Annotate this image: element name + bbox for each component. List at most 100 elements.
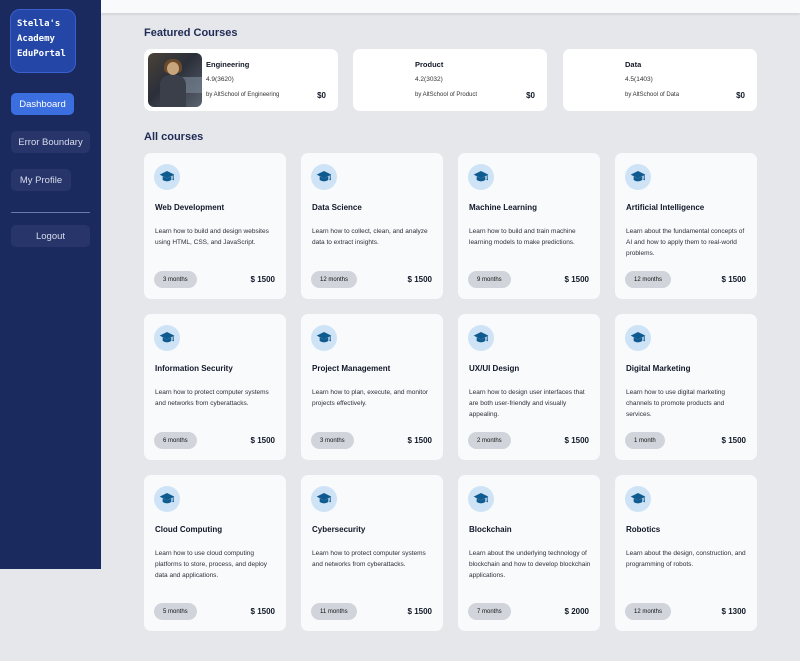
- course-description: Learn how to build and design websites u…: [155, 228, 269, 246]
- sidebar: Stella's Academy EduPortal Dashboard Err…: [0, 0, 101, 569]
- course-card[interactable]: Web Development Learn how to build and de…: [144, 153, 286, 299]
- course-price: $ 1300: [721, 607, 746, 616]
- course-description: Learn how to collect, clean, and analyze…: [312, 228, 428, 246]
- logo-line-3: EduPortal: [17, 49, 66, 59]
- course-duration-badge: 11 months: [311, 603, 357, 620]
- featured-course-provider: by AltSchool of Data: [625, 92, 680, 98]
- course-price: $ 1500: [250, 436, 275, 445]
- logout-button[interactable]: Logout: [11, 225, 90, 247]
- graduation-cap-icon: [154, 486, 180, 512]
- course-name: Machine Learning: [469, 203, 538, 212]
- featured-course-card[interactable]: Engineering 4.9(3620) by AltSchool of Engi…: [144, 49, 338, 111]
- course-name: Project Management: [312, 364, 391, 373]
- graduation-cap-icon: [625, 486, 651, 512]
- graduation-cap-icon: [154, 164, 180, 190]
- featured-course-price: $0: [736, 91, 745, 100]
- course-duration-badge: 12 months: [625, 271, 672, 288]
- course-duration-badge: 6 months: [154, 432, 197, 449]
- featured-course-card[interactable]: Data 4.5(1403) by AltSchool of Data $0: [563, 49, 757, 111]
- app-logo[interactable]: Stella's Academy EduPortal: [10, 9, 76, 73]
- course-duration-badge: 12 months: [625, 603, 672, 620]
- course-price: $ 1500: [407, 275, 432, 284]
- course-price: $ 1500: [407, 607, 432, 616]
- featured-course-rating: 4.2(3032): [415, 76, 443, 83]
- course-price: $ 1500: [250, 275, 275, 284]
- course-name: Web Development: [155, 203, 225, 212]
- course-duration-badge: 12 months: [311, 271, 358, 288]
- featured-course-price: $0: [526, 91, 535, 100]
- sidebar-item-dashboard[interactable]: Dashboard: [11, 93, 74, 115]
- top-bar: [101, 0, 800, 13]
- featured-course-name: Data: [625, 60, 642, 69]
- course-price: $ 1500: [721, 436, 746, 445]
- graduation-cap-icon: [468, 486, 494, 512]
- graduation-cap-icon: [311, 325, 337, 351]
- course-duration-badge: 7 months: [468, 603, 511, 620]
- featured-course-card[interactable]: Product 4.2(3032) by AltSchool of Product $…: [353, 49, 547, 111]
- course-name: Robotics: [626, 525, 661, 534]
- course-price: $ 1500: [564, 436, 589, 445]
- course-duration-badge: 3 months: [311, 432, 354, 449]
- graduation-cap-icon: [311, 486, 337, 512]
- featured-course-image: [148, 53, 202, 107]
- course-card[interactable]: Data Science Learn how to collect, clean,…: [301, 153, 443, 299]
- course-duration-badge: 2 months: [468, 432, 511, 449]
- course-card[interactable]: UX/UI Design Learn how to design user int…: [458, 314, 600, 460]
- course-card[interactable]: Robotics Learn about the design, construc…: [615, 475, 757, 631]
- graduation-cap-icon: [625, 164, 651, 190]
- course-duration-badge: 3 months: [154, 271, 197, 288]
- course-description: Learn how to use cloud computing platfor…: [155, 550, 268, 579]
- featured-course-price: $0: [317, 91, 326, 100]
- sidebar-item-my-profile[interactable]: My Profile: [11, 169, 71, 191]
- featured-course-rating: 4.5(1403): [625, 76, 653, 83]
- logo-line-1: Stella's: [17, 19, 61, 29]
- course-name: Blockchain: [469, 525, 512, 534]
- course-price: $ 1500: [564, 275, 589, 284]
- course-name: Cloud Computing: [155, 525, 223, 534]
- course-name: Cybersecurity: [312, 525, 366, 534]
- course-duration-badge: 1 month: [625, 432, 665, 449]
- course-card[interactable]: Cloud Computing Learn how to use cloud co…: [144, 475, 286, 631]
- course-description: Learn how to protect computer systems an…: [312, 550, 426, 568]
- course-description: Learn about the fundamental concepts of …: [626, 228, 745, 257]
- course-description: Learn how to use digital marketing chann…: [626, 389, 726, 418]
- graduation-cap-icon: [468, 164, 494, 190]
- featured-course-rating: 4.9(3620): [206, 76, 234, 83]
- featured-courses-heading: Featured Courses: [144, 27, 238, 39]
- course-name: UX/UI Design: [469, 364, 520, 373]
- graduation-cap-icon: [468, 325, 494, 351]
- course-price: $ 1500: [721, 275, 746, 284]
- course-card[interactable]: Blockchain Learn about the underlying tec…: [458, 475, 600, 631]
- course-card[interactable]: Artificial Intelligence Learn about the f…: [615, 153, 757, 299]
- course-name: Data Science: [312, 203, 362, 212]
- featured-course-name: Engineering: [206, 60, 250, 69]
- featured-course-name: Product: [415, 60, 444, 69]
- course-description: Learn about the underlying technology of…: [469, 550, 591, 579]
- logo-line-2: Academy: [17, 34, 55, 44]
- course-card[interactable]: Cybersecurity Learn how to protect comput…: [301, 475, 443, 631]
- course-price: $ 1500: [250, 607, 275, 616]
- course-description: Learn how to design user interfaces that…: [469, 389, 585, 418]
- all-courses-heading: All courses: [144, 131, 204, 143]
- graduation-cap-icon: [154, 325, 180, 351]
- course-card[interactable]: Project Management Learn how to plan, exe…: [301, 314, 443, 460]
- course-card[interactable]: Machine Learning Learn how to build and t…: [458, 153, 600, 299]
- featured-course-provider: by AltSchool of Engineering: [206, 92, 280, 98]
- graduation-cap-icon: [311, 164, 337, 190]
- course-card[interactable]: Digital Marketing Learn how to use digita…: [615, 314, 757, 460]
- course-name: Artificial Intelligence: [626, 203, 705, 212]
- course-price: $ 1500: [407, 436, 432, 445]
- course-price: $ 2000: [564, 607, 589, 616]
- course-card[interactable]: Information Security Learn how to protect…: [144, 314, 286, 460]
- sidebar-item-error-boundary[interactable]: Error Boundary: [11, 131, 90, 153]
- course-description: Learn how to protect computer systems an…: [155, 389, 269, 407]
- course-duration-badge: 9 months: [468, 271, 511, 288]
- course-description: Learn how to build and train machine lea…: [469, 228, 576, 246]
- graduation-cap-icon: [625, 325, 651, 351]
- course-duration-badge: 5 months: [154, 603, 197, 620]
- featured-course-provider: by AltSchool of Product: [415, 92, 478, 98]
- sidebar-divider: [11, 212, 90, 213]
- course-description: Learn how to plan, execute, and monitor …: [312, 389, 428, 407]
- course-name: Information Security: [155, 364, 233, 373]
- course-name: Digital Marketing: [626, 364, 691, 373]
